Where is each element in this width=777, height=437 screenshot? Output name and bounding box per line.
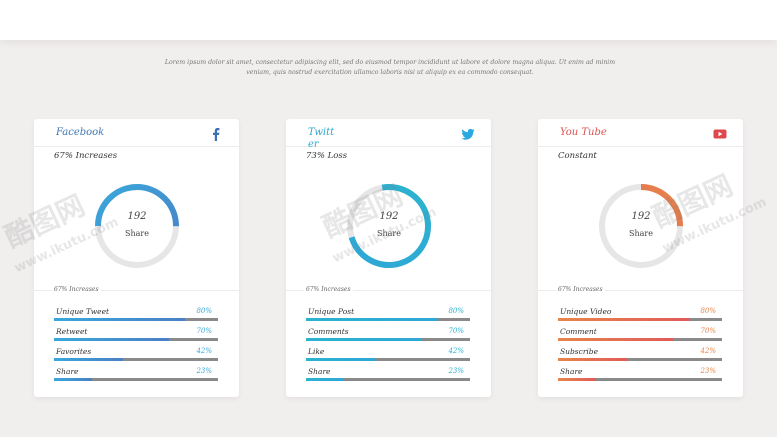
metric-row: Comment 70% — [558, 327, 722, 345]
metric-bar-track — [54, 378, 218, 381]
metric-row: Retweet 70% — [54, 327, 218, 345]
youtube-icon — [713, 126, 727, 140]
metric-label: Share — [56, 367, 79, 376]
metric-row: Like 42% — [306, 347, 470, 365]
metric-value: 70% — [196, 327, 212, 335]
metric-bar-fill — [54, 378, 92, 381]
progress-donut — [599, 184, 683, 268]
divider-text: 67% Increases — [304, 285, 353, 295]
card-title: You Tube — [560, 127, 607, 138]
metric-value: 80% — [196, 307, 212, 315]
metric-bar-track — [306, 318, 470, 321]
social-card-you-tube: You Tube Constant 192 Share 67% Increases Uni… — [538, 119, 743, 397]
metric-bar-fill — [54, 338, 169, 341]
metric-label: Comment — [560, 327, 597, 336]
top-header-bar — [0, 0, 777, 40]
card-header: Facebook — [34, 119, 239, 147]
metric-row: Share 23% — [306, 367, 470, 385]
metric-bar-fill — [306, 358, 375, 361]
metric-value: 23% — [196, 367, 212, 375]
metric-value: 70% — [448, 327, 464, 335]
metric-row: Unique Post 80% — [306, 307, 470, 325]
metric-label: Share — [308, 367, 331, 376]
progress-donut — [95, 184, 179, 268]
metric-label: Unique Tweet — [56, 307, 110, 316]
metric-value: 70% — [700, 327, 716, 335]
metric-bar-fill — [54, 358, 123, 361]
metric-bar-fill — [558, 378, 596, 381]
metric-bar-track — [558, 318, 722, 321]
metric-label: Like — [308, 347, 325, 356]
donut-label: Share — [629, 229, 653, 238]
donut-value: 192 — [631, 211, 651, 222]
metric-bar-track — [306, 378, 470, 381]
divider-text: 67% Increases — [52, 285, 101, 295]
metric-bar-fill — [306, 338, 421, 341]
metric-bar-track — [558, 358, 722, 361]
metric-bar-fill — [306, 378, 344, 381]
divider-text: 67% Increases — [556, 285, 605, 295]
status-text: Constant — [558, 151, 597, 161]
metric-bar-fill — [558, 358, 627, 361]
social-card-facebook: Facebook 67% Increases 192 Share 67% Increas… — [34, 119, 239, 397]
metric-value: 80% — [700, 307, 716, 315]
card-header: Twitter — [286, 119, 491, 150]
metric-label: Unique Post — [308, 307, 355, 316]
metric-label: Comments — [308, 327, 349, 336]
metric-value: 23% — [700, 367, 716, 375]
progress-donut — [347, 184, 431, 268]
metric-value: 42% — [196, 347, 212, 355]
metric-bar-fill — [306, 318, 438, 321]
donut-label: Share — [125, 229, 149, 238]
donut-label: Share — [377, 229, 401, 238]
metric-row: Subscribe 42% — [558, 347, 722, 365]
donut-progress-arc — [347, 184, 431, 268]
metric-label: Share — [560, 367, 583, 376]
twitter-icon — [461, 126, 475, 140]
donut-value: 192 — [127, 211, 147, 222]
status-text: 73% Loss — [306, 151, 348, 161]
metric-label: Subscribe — [560, 347, 599, 356]
metric-bar-fill — [54, 318, 186, 321]
metric-bar-fill — [558, 338, 673, 341]
metric-row: Unique Tweet 80% — [54, 307, 218, 325]
metric-row: Comments 70% — [306, 327, 470, 345]
metric-row: Share 23% — [558, 367, 722, 385]
metric-label: Unique Video — [560, 307, 612, 316]
section-divider: 67% Increases — [286, 285, 491, 295]
section-divider: 67% Increases — [34, 285, 239, 295]
card-title: Facebook — [56, 127, 105, 138]
social-card-twitter: Twitter 73% Loss 192 Share 67% Increases Uniq… — [286, 119, 491, 397]
card-header: You Tube — [538, 119, 743, 147]
metric-bar-track — [306, 338, 470, 341]
metric-bar-track — [54, 338, 218, 341]
metric-bar-track — [54, 318, 218, 321]
card-title: Twitter — [308, 127, 335, 150]
metric-label: Retweet — [56, 327, 88, 336]
metric-bar-track — [558, 338, 722, 341]
section-divider: 67% Increases — [538, 285, 743, 295]
metric-value: 23% — [448, 367, 464, 375]
metric-row: Share 23% — [54, 367, 218, 385]
metric-value: 42% — [700, 347, 716, 355]
metric-row: Unique Video 80% — [558, 307, 722, 325]
metric-label: Favorites — [56, 347, 92, 356]
status-text: 67% Increases — [54, 151, 118, 161]
donut-value: 192 — [379, 211, 399, 222]
metric-row: Favorites 42% — [54, 347, 218, 365]
metric-bar-track — [54, 358, 218, 361]
metric-bar-fill — [558, 318, 690, 321]
metric-value: 80% — [448, 307, 464, 315]
metric-bar-track — [558, 378, 722, 381]
metric-bar-track — [306, 358, 470, 361]
intro-paragraph: Lorem ipsum dolor sit amet, consectetur … — [164, 59, 616, 76]
metric-value: 42% — [448, 347, 464, 355]
facebook-icon — [209, 126, 223, 141]
